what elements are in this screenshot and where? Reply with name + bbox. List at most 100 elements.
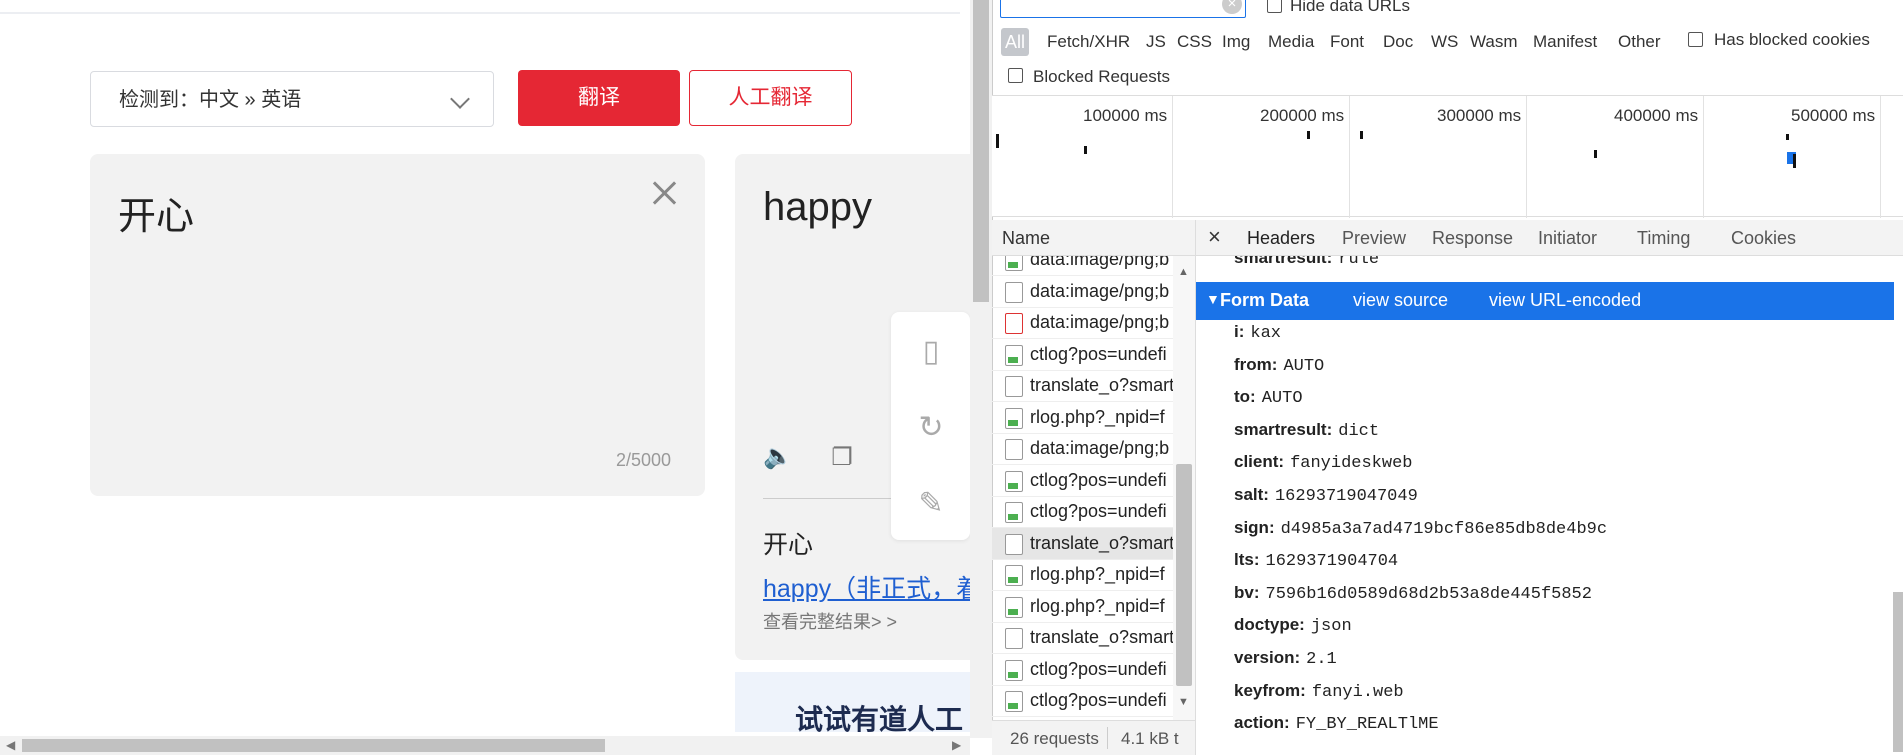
request-row[interactable]: data:image/png;b: [992, 433, 1173, 465]
detail-scroll-thumb[interactable]: [1893, 592, 1903, 752]
tab-preview[interactable]: Preview: [1342, 228, 1406, 249]
field-key: smartresult:: [1234, 256, 1333, 267]
filter-other[interactable]: Other: [1618, 32, 1661, 52]
form-field-row: smartresult: dict: [1234, 420, 1379, 441]
request-row[interactable]: translate_o?smart: [992, 370, 1173, 402]
request-list: data:image/png;b data:image/png;b data:ima…: [992, 256, 1173, 720]
filter-css[interactable]: CSS: [1177, 32, 1212, 52]
request-name: data:image/png;b: [1030, 280, 1170, 301]
has-blocked-cookies-label: Has blocked cookies: [1714, 30, 1870, 49]
status-divider: [1107, 727, 1108, 749]
document-file-icon: [1005, 628, 1023, 649]
field-value: FY_BY_REALTlME: [1295, 715, 1439, 735]
detail-scrollbar[interactable]: [1893, 256, 1903, 755]
image-file-icon: [1005, 256, 1023, 271]
result-text: happy: [763, 185, 872, 229]
filter-js[interactable]: JS: [1146, 32, 1166, 52]
request-row[interactable]: translate_o?smart: [992, 622, 1173, 654]
field-key: lts:: [1234, 550, 1260, 570]
field-value: json: [1310, 617, 1352, 637]
tab-timing[interactable]: Timing: [1637, 228, 1690, 249]
request-row[interactable]: rlog.php?_npid=f: [992, 402, 1173, 434]
request-row[interactable]: data:image/png;b: [992, 276, 1173, 308]
request-row[interactable]: ctlog?pos=undefi: [992, 339, 1173, 371]
view-full-result-link[interactable]: 查看完整结果> >: [763, 608, 897, 634]
filter-doc[interactable]: Doc: [1383, 32, 1413, 52]
scroll-left-icon[interactable]: ◀: [6, 738, 15, 752]
scroll-up-icon[interactable]: ▲: [1178, 266, 1189, 278]
timeline-marker: [1594, 150, 1597, 158]
request-name: rlog.php?_npid=f: [1030, 406, 1165, 427]
filter-manifest[interactable]: Manifest: [1533, 32, 1597, 52]
translator-page: 检测到：中文 » 英语 翻译 人工翻译 开心 2/5000 happy 🔈 ❐ …: [0, 0, 970, 755]
request-row[interactable]: ctlog?pos=undefi: [992, 654, 1173, 686]
request-row[interactable]: ctlog?pos=undefi: [992, 685, 1173, 717]
tab-headers[interactable]: Headers: [1247, 228, 1315, 249]
filter-input[interactable]: [1000, 0, 1246, 18]
language-select[interactable]: 检测到：中文 » 英语: [90, 71, 494, 127]
filter-ws[interactable]: WS: [1431, 32, 1458, 52]
language-select-label: 检测到：中文 » 英语: [119, 89, 302, 111]
source-text[interactable]: 开心: [118, 185, 194, 240]
request-row[interactable]: translate_o?smart: [992, 527, 1173, 560]
view-url-encoded-link[interactable]: view URL-encoded: [1489, 290, 1641, 311]
page-hscroll-thumb[interactable]: [22, 739, 605, 752]
form-field-row: client: fanyideskweb: [1234, 452, 1412, 473]
request-list-scroll-thumb[interactable]: [1176, 464, 1192, 686]
request-row[interactable]: ctlog?pos=undefi: [992, 496, 1173, 528]
page-vertical-scrollbar[interactable]: [970, 0, 992, 738]
request-row[interactable]: ctlog?pos=undefi: [992, 465, 1173, 497]
request-row[interactable]: data:image/png;b: [992, 256, 1173, 276]
form-data-header[interactable]: ▼ Form Data view source view URL-encoded: [1196, 282, 1894, 320]
network-timeline[interactable]: 100000 ms 200000 ms 300000 ms 400000 ms …: [992, 95, 1903, 218]
blocked-requests-checkbox[interactable]: [1008, 68, 1023, 83]
filter-media[interactable]: Media: [1268, 32, 1314, 52]
tab-initiator[interactable]: Initiator: [1538, 228, 1597, 249]
view-source-link[interactable]: view source: [1353, 290, 1448, 311]
filter-font[interactable]: Font: [1330, 32, 1364, 52]
filter-fetch-xhr[interactable]: Fetch/XHR: [1047, 32, 1130, 52]
request-name: ctlog?pos=undefi: [1030, 343, 1167, 364]
speaker-icon[interactable]: 🔈: [763, 442, 793, 472]
request-list-scrollbar[interactable]: ▲ ▼: [1173, 256, 1195, 720]
image-file-icon: [1005, 596, 1023, 618]
copy-icon[interactable]: ❐: [827, 443, 857, 473]
expand-triangle-icon[interactable]: ▼: [1206, 291, 1220, 307]
timeline-marker: [1360, 131, 1363, 139]
field-value: kax: [1250, 324, 1281, 343]
document-file-icon: [1005, 533, 1023, 555]
page-horizontal-scrollbar[interactable]: ◀ ▶: [0, 736, 970, 755]
tab-response[interactable]: Response: [1432, 228, 1513, 249]
clear-icon[interactable]: [651, 180, 677, 206]
promo-banner[interactable]: 试试有道人工: [735, 672, 970, 732]
human-translate-button[interactable]: 人工翻译: [689, 70, 852, 126]
timeline-marker: [996, 134, 999, 148]
field-value: 16293719047049: [1274, 487, 1418, 506]
name-column-header[interactable]: Name: [992, 220, 1195, 256]
image-file-icon: [1005, 344, 1023, 366]
close-icon[interactable]: ×: [1208, 224, 1221, 250]
has-blocked-cookies-checkbox[interactable]: [1688, 32, 1703, 47]
edit-icon[interactable]: ✎: [911, 484, 951, 524]
refresh-icon[interactable]: ↻: [911, 408, 951, 448]
translate-button[interactable]: 翻译: [518, 70, 680, 126]
form-field-row: sign: d4985a3a7ad4719bcf86e85db8de4b9c: [1234, 518, 1607, 539]
scroll-right-icon[interactable]: ▶: [952, 738, 961, 752]
filter-wasm[interactable]: Wasm: [1470, 32, 1518, 52]
mobile-icon[interactable]: ▯: [911, 332, 951, 372]
field-key: client:: [1234, 452, 1285, 472]
form-field-row: bv: 7596b16d0589d68d2b53a8de445f5852: [1234, 583, 1592, 604]
filter-img[interactable]: Img: [1222, 32, 1250, 52]
form-field-row: lts: 1629371904704: [1234, 550, 1398, 571]
request-row[interactable]: rlog.php?_npid=f: [992, 559, 1173, 591]
image-file-icon: [1005, 565, 1023, 586]
filter-all[interactable]: All: [1001, 28, 1029, 56]
hide-data-urls-checkbox[interactable]: [1267, 0, 1282, 13]
dict-meaning-link[interactable]: happy（非正式，着: [763, 569, 970, 605]
field-key: bv:: [1234, 582, 1260, 602]
request-row[interactable]: rlog.php?_npid=f: [992, 591, 1173, 623]
request-row[interactable]: data:image/png;b: [992, 307, 1173, 339]
page-scroll-thumb[interactable]: [973, 0, 989, 302]
scroll-down-icon[interactable]: ▼: [1178, 696, 1189, 708]
tab-cookies[interactable]: Cookies: [1731, 228, 1796, 249]
